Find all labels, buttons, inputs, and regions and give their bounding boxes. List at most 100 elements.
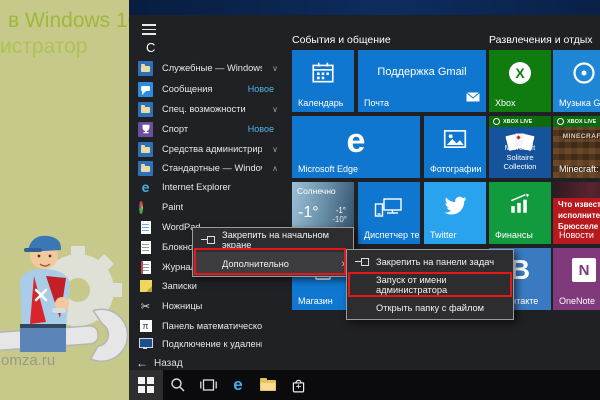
edge-logo: e [292, 122, 420, 161]
mail-envelope-icon [466, 89, 480, 107]
tile-xbox[interactable]: X Xbox [489, 50, 551, 112]
notepad-document-icon [138, 240, 153, 255]
wordpad-document-icon [138, 220, 153, 235]
file-explorer-icon [260, 380, 276, 391]
banner-title: в Windows 10 · истратор [8, 8, 129, 61]
tile-news[interactable]: Что извест исполните Брюсселе Новости [553, 182, 600, 244]
tile-solitaire[interactable]: XBOX LIVE Microsoft Solitaire Collection [489, 116, 551, 178]
taskbar: e [129, 370, 600, 400]
desktop-wallpaper [129, 0, 600, 15]
tile-groove-music[interactable]: Музыка Groove [553, 50, 600, 112]
internet-explorer-icon: e [138, 180, 153, 195]
folder-icon [138, 161, 153, 176]
hamburger-menu-button[interactable] [142, 24, 156, 35]
banner-title-line2: истратор [0, 34, 129, 60]
tile-photos[interactable]: Фотографии [424, 116, 486, 178]
taskbar-file-explorer-button[interactable] [253, 370, 283, 400]
weather-temperature: -1° [298, 204, 319, 222]
news-photo [553, 182, 600, 198]
pin-icon [355, 257, 370, 267]
chevron-down-icon[interactable]: ∨ [272, 105, 278, 114]
tile-onenote[interactable]: N OneNote [553, 248, 600, 310]
app-list-item-soobshcheniya[interactable]: Сообщения Новое [138, 79, 288, 99]
app-list-item-sport[interactable]: Спорт Новое [138, 119, 288, 139]
tile-phone-companion[interactable]: Диспетчер те... [358, 182, 420, 244]
tile-microsoft-edge[interactable]: e Microsoft Edge [292, 116, 420, 178]
windows-logo-icon [138, 377, 154, 393]
photos-icon [424, 126, 486, 152]
search-icon [170, 377, 186, 393]
app-list-item-sluzhebnye-windows[interactable]: Служебные — Windows ∨ [138, 58, 288, 78]
scissors-icon: ✂ [138, 299, 153, 314]
weather-low: -10° [332, 215, 347, 224]
app-list-item-paint[interactable]: Paint [138, 197, 288, 217]
twitter-bird-icon [424, 194, 486, 218]
app-list-section-letter[interactable]: С [146, 40, 155, 55]
tile-mail[interactable]: Поддержка Gmail Почта [358, 50, 486, 112]
chevron-up-icon[interactable]: ∧ [272, 164, 278, 173]
context-submenu: Закрепить на панели задач Запуск от имен… [346, 249, 514, 320]
folder-icon [138, 142, 153, 157]
tutorial-banner: в Windows 10 · истратор [0, 0, 129, 400]
mail-live-tile-headline: Поддержка Gmail [358, 66, 486, 78]
context-menu: Закрепить на начальном экране Дополнител… [192, 227, 354, 277]
watermark-text: omza.ru [1, 352, 55, 369]
chevron-down-icon[interactable]: ∨ [272, 145, 278, 154]
xbox-logo: X [489, 60, 551, 86]
banner-title-line1: в Windows 10 · [8, 8, 129, 34]
weather-condition: Солнечно [297, 186, 336, 196]
app-list-item-remote-desktop[interactable]: Подключение к удаленному р... [138, 334, 288, 354]
chevron-down-icon[interactable]: ∨ [272, 64, 278, 73]
finance-chart-icon [489, 192, 551, 216]
taskbar-edge-button[interactable]: e [223, 370, 253, 400]
app-list-item-math-input[interactable]: π Панель математического ввода [138, 316, 288, 336]
menu-item-more[interactable]: Дополнительно › [193, 252, 353, 276]
store-icon [290, 377, 307, 394]
new-badge: Новое [248, 124, 274, 134]
app-list-item-internet-explorer[interactable]: e Internet Explorer [138, 177, 288, 197]
screenshot-root: в Windows 10 · истратор [0, 0, 600, 400]
taskbar-search-button[interactable] [163, 370, 193, 400]
onenote-logo: N [553, 258, 600, 282]
tile-calendar[interactable]: Календарь [292, 50, 354, 112]
tile-group-title-events[interactable]: События и общение [292, 34, 391, 46]
tile-finance[interactable]: Финансы [489, 182, 551, 244]
menu-item-pin-to-start[interactable]: Закрепить на начальном экране [193, 228, 353, 252]
mascot-illustration [0, 228, 129, 400]
edge-icon: e [233, 375, 242, 395]
weather-high: -1° [336, 206, 346, 215]
tile-twitter[interactable]: Twitter [424, 182, 486, 244]
xbox-live-banner: XBOX LIVE [553, 116, 600, 127]
sticky-note-icon [138, 279, 153, 294]
taskbar-store-button[interactable] [283, 370, 313, 400]
xbox-live-banner: XBOX LIVE [489, 116, 551, 127]
new-badge: Новое [248, 84, 274, 94]
task-view-button[interactable] [193, 370, 223, 400]
tile-group-title-entertainment[interactable]: Развлечения и отдых [489, 34, 593, 46]
app-list-item-spec-vozmozhnosti[interactable]: Спец. возможности ∨ [138, 99, 288, 119]
task-view-icon [200, 378, 217, 392]
calendar-icon [292, 60, 354, 86]
xbox-ball-icon [557, 118, 564, 125]
back-button[interactable]: ← Назад [136, 356, 183, 370]
app-list-item-standartnye-windows[interactable]: Стандартные — Windows ∧ [138, 158, 288, 178]
minecraft-logo: MINECRAFT [553, 133, 600, 140]
start-button[interactable] [129, 370, 163, 400]
menu-item-pin-to-taskbar[interactable]: Закрепить на панели задач [347, 250, 513, 273]
paint-palette-icon [138, 200, 153, 215]
submenu-arrow-icon: › [341, 258, 345, 270]
app-list-item-sredstva-administrirovaniya[interactable]: Средства администрирован... ∨ [138, 139, 288, 159]
folder-icon [138, 61, 153, 76]
trophy-icon [138, 122, 153, 137]
folder-icon [138, 102, 153, 117]
messaging-icon [138, 82, 153, 97]
back-arrow-icon: ← [136, 356, 148, 370]
tile-minecraft[interactable]: XBOX LIVE MINECRAFT Minecraft: W [553, 116, 600, 178]
xbox-ball-icon [493, 118, 500, 125]
menu-item-open-file-location[interactable]: Открыть папку с файлом [347, 296, 513, 319]
app-list-item-nozhnitsy[interactable]: ✂ Ножницы [138, 296, 288, 316]
solitaire-label: Microsoft Solitaire Collection [489, 143, 551, 172]
pin-icon [201, 235, 216, 245]
menu-item-run-as-administrator[interactable]: Запуск от имени администратора [347, 273, 513, 296]
app-list-item-zapiski[interactable]: Записки [138, 276, 288, 296]
